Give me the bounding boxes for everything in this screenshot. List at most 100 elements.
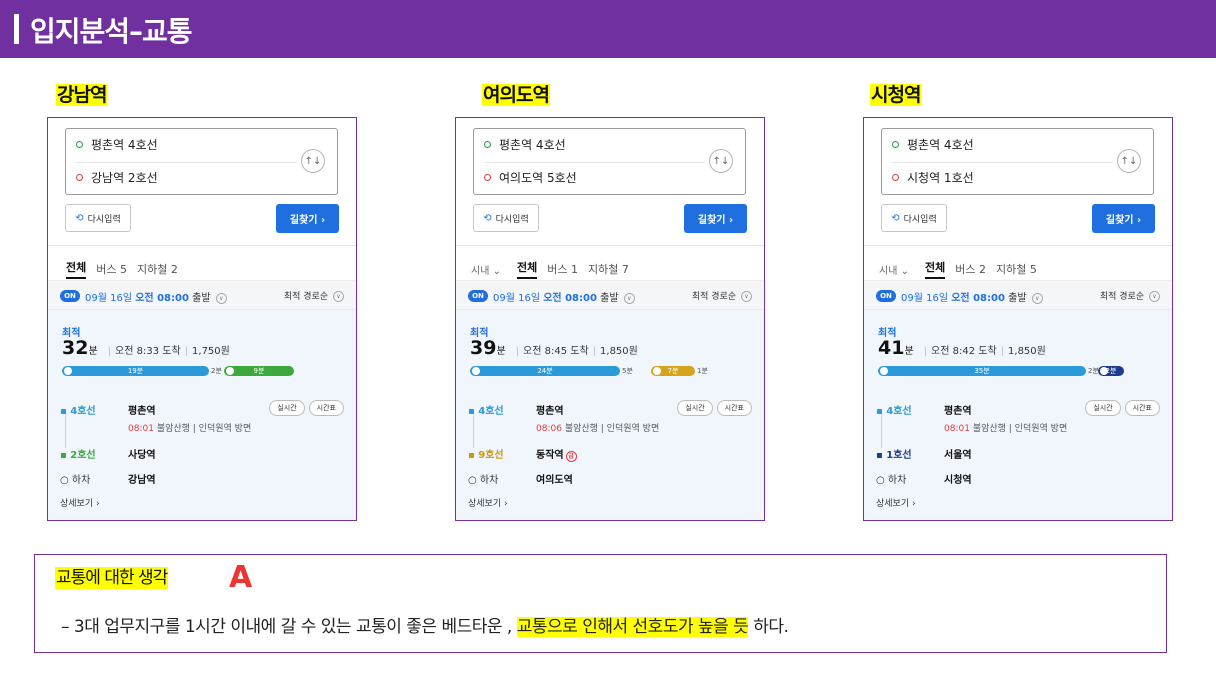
tab-all[interactable]: 전체 <box>516 259 538 279</box>
route-panel-3: 평촌역 4호선 시청역 1호선 ↑↓ ⟲ 다시입력 길찾기 › 시내 ⌄ 전체 … <box>863 117 1173 521</box>
route-result-card[interactable]: 최적 32 분 | 오전 8:33 도착 | 1,750원 19분 2분 9분 ▪ … <box>48 310 356 520</box>
chevron-down-icon: ∨ <box>741 291 752 302</box>
divider <box>48 245 356 246</box>
route-timeline-bar: 19분 2분 9분 <box>62 365 344 377</box>
destination-field[interactable]: 여의도역 5호선 <box>484 169 577 185</box>
route-panel-1: 평촌역 4호선 강남역 2호선 ↑↓ ⟲ 다시입력 길찾기 › 전체 버스 5 … <box>47 117 357 521</box>
subway-icon: ▪ <box>468 450 475 461</box>
depart-suffix: 출발 <box>600 293 619 304</box>
route-result-card[interactable]: 최적 41 분 | 오전 8:42 도착 | 1,850원 35분 2분 2분 ▪ … <box>864 310 1172 520</box>
city-filter-dropdown[interactable]: 시내 ⌄ <box>471 262 501 277</box>
reset-button[interactable]: ⟲ 다시입력 <box>65 204 131 232</box>
search-route-button[interactable]: 길찾기 › <box>276 204 339 233</box>
departure-time-select[interactable]: 09월 16일 오전 08:00 출발 ∨ <box>493 289 635 304</box>
sort-label: 최적 경로순 <box>283 292 329 302</box>
leg1-line-label: 4호선 <box>478 406 504 417</box>
subway-icon <box>472 367 480 375</box>
origin-field[interactable]: 평촌역 4호선 <box>892 136 974 152</box>
leg1-line: ▪ 4호선 <box>876 406 912 417</box>
grade-mark: A <box>229 560 253 595</box>
route-result-card[interactable]: 최적 39 분 | 오전 8:45 도착 | 1,850원 24분 5분 7분 1분 … <box>456 310 764 520</box>
timetable-button[interactable]: 시간표 <box>308 400 344 416</box>
search-route-button[interactable]: 길찾기 › <box>1092 204 1155 233</box>
destination-field[interactable]: 시청역 1호선 <box>892 169 974 185</box>
realtime-button[interactable]: 실시간 <box>269 400 305 416</box>
leg-first: ▪ 4호선 평촌역 <box>468 402 564 417</box>
realtime-button[interactable]: 실시간 <box>1085 400 1121 416</box>
departure-toggle[interactable]: ON <box>468 290 488 302</box>
tab-bus[interactable]: 버스 2 <box>955 261 986 277</box>
total-minutes: 32 <box>62 337 89 359</box>
detail-link[interactable]: 상세보기 › <box>60 496 100 509</box>
leg-exit: ○ 하차 강남역 <box>60 471 156 486</box>
leg1-time: 08:01 <box>128 424 154 434</box>
walk-segment: 2분 <box>211 367 222 375</box>
destination-field[interactable]: 강남역 2호선 <box>76 169 158 185</box>
subway-icon <box>653 367 661 375</box>
exit-line: ○ 하차 <box>876 475 906 486</box>
segment-label: 35분 <box>974 367 990 375</box>
tab-subway[interactable]: 지하철 5 <box>996 261 1037 277</box>
separator: | <box>923 346 928 357</box>
sort-select[interactable]: 최적 경로순 ∨ <box>284 289 344 302</box>
sort-label: 최적 경로순 <box>691 292 737 302</box>
reset-button[interactable]: ⟲ 다시입력 <box>473 204 539 232</box>
leg1-direction: 불암산행 | 인덕원역 방면 <box>156 424 252 434</box>
tab-bus[interactable]: 버스 1 <box>547 261 578 277</box>
origin-field[interactable]: 평촌역 4호선 <box>76 136 158 152</box>
ride-segment: 2분 <box>1098 366 1124 376</box>
thoughts-text: – 3대 업무지구를 1시간 이내에 갈 수 있는 교통이 좋은 베드타운 , … <box>61 612 789 637</box>
swap-icon[interactable]: ↑↓ <box>709 149 733 173</box>
detail-link[interactable]: 상세보기 › <box>876 496 916 509</box>
origin-field[interactable]: 평촌역 4호선 <box>484 136 566 152</box>
reset-button[interactable]: ⟲ 다시입력 <box>881 204 947 232</box>
departure-toggle[interactable]: ON <box>60 290 80 302</box>
route-input-box: 평촌역 4호선 강남역 2호선 ↑↓ <box>65 128 338 195</box>
depart-time: 오전 08:00 <box>543 293 597 304</box>
search-route-button[interactable]: 길찾기 › <box>684 204 747 233</box>
separator: | <box>107 346 112 357</box>
tab-all[interactable]: 전체 <box>66 259 87 279</box>
depart-date: 09월 16일 <box>493 293 541 304</box>
walk-segment: 1분 <box>697 367 708 375</box>
tab-subway[interactable]: 지하철 7 <box>588 261 629 277</box>
chevron-down-icon: ∨ <box>1031 292 1043 304</box>
subway-icon <box>1100 367 1108 375</box>
city-filter-dropdown[interactable]: 시내 ⌄ <box>879 262 909 277</box>
tab-all[interactable]: 전체 <box>924 259 946 279</box>
thoughts-text-highlight: 교통으로 인해서 선호도가 높을 듯 <box>516 617 749 637</box>
realtime-button[interactable]: 실시간 <box>677 400 713 416</box>
ride-segment: 24분 <box>470 366 620 376</box>
detail-link[interactable]: 상세보기 › <box>468 496 508 509</box>
thoughts-box: 교통에 대한 생각 A – 3대 업무지구를 1시간 이내에 갈 수 있는 교통… <box>34 554 1167 653</box>
reset-label: 다시입력 <box>903 214 937 225</box>
timetable-button[interactable]: 시간표 <box>1124 400 1160 416</box>
leg1-line: ▪ 4호선 <box>468 406 504 417</box>
route-input-box: 평촌역 4호선 여의도역 5호선 ↑↓ <box>473 128 746 195</box>
departure-time-select[interactable]: 09월 16일 오전 08:00 출발 ∨ <box>85 289 227 304</box>
departure-time-select[interactable]: 09월 16일 오전 08:00 출발 ∨ <box>901 289 1043 304</box>
express-badge: 급 <box>565 451 577 462</box>
separator: | <box>184 346 189 357</box>
departure-toggle[interactable]: ON <box>876 290 896 302</box>
subway-icon: ▪ <box>876 450 883 461</box>
ride-segment: 19분 <box>62 366 209 376</box>
sort-select[interactable]: 최적 경로순 ∨ <box>692 289 752 302</box>
depart-suffix: 출발 <box>192 293 211 304</box>
swap-icon[interactable]: ↑↓ <box>1117 149 1141 173</box>
total-minutes: 41 <box>878 337 905 359</box>
origin-dot-icon <box>484 140 491 148</box>
route-summary: 41 분 | 오전 8:42 도착 | 1,850원 <box>878 337 1046 359</box>
leg2-line: ▪ 2호선 <box>60 450 96 461</box>
leg1-detail: 08:01 불암산행 | 인덕원역 방면 <box>944 421 1067 434</box>
leg-second: ▪ 9호선 동작역 급 <box>468 446 577 462</box>
subway-icon: ▪ <box>468 406 475 417</box>
timetable-button[interactable]: 시간표 <box>716 400 752 416</box>
route-divider <box>892 162 1113 163</box>
thoughts-text-main: – 3대 업무지구를 1시간 이내에 갈 수 있는 교통이 좋은 베드타운 , <box>61 617 512 637</box>
sort-select[interactable]: 최적 경로순 ∨ <box>1100 289 1160 302</box>
tab-subway[interactable]: 지하철 2 <box>137 261 178 277</box>
tab-bus[interactable]: 버스 5 <box>96 261 127 277</box>
swap-icon[interactable]: ↑↓ <box>301 149 325 173</box>
separator: | <box>515 346 520 357</box>
